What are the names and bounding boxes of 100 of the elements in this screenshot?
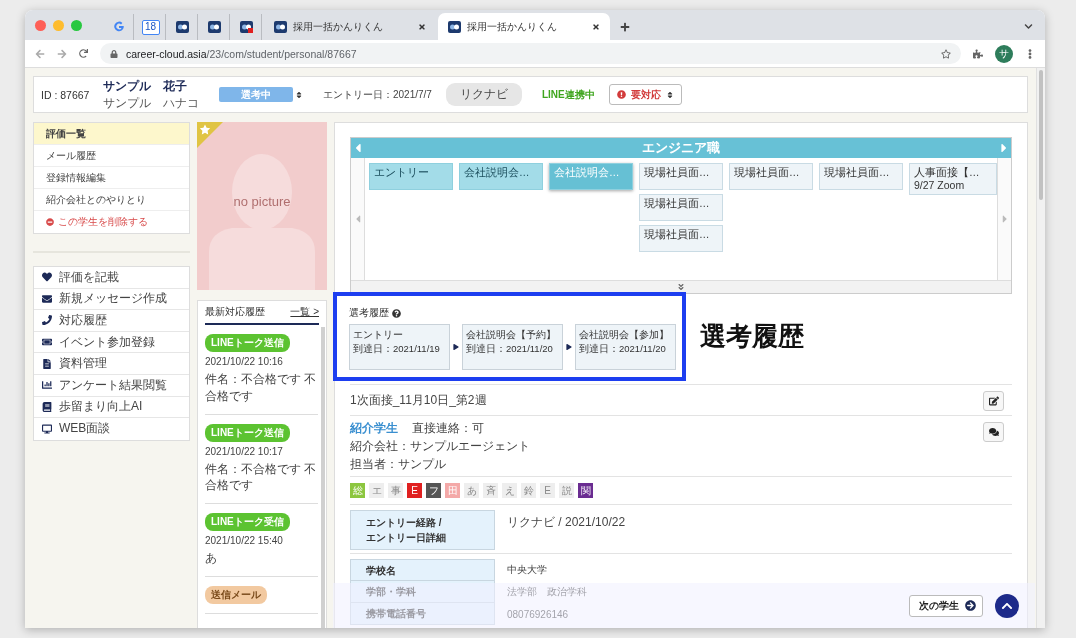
action-item[interactable]: 対応履歴: [34, 310, 189, 332]
activity-text: 件名：不合格です 不合格です: [205, 460, 318, 495]
pipeline-title: エンジニア職: [642, 139, 720, 157]
stage-card[interactable]: エントリー: [369, 163, 453, 190]
history-step: エントリー 到達日：2021/11/19: [349, 324, 450, 370]
history-step: 会社説明会【予約】 到達日：2021/11/20: [462, 324, 563, 370]
panel-title: 最新対応履歴: [205, 305, 265, 319]
app-logo-icon: [274, 20, 287, 33]
edit-button[interactable]: [983, 391, 1004, 411]
next-student-button[interactable]: 次の学生: [909, 594, 983, 617]
app-logo-icon: [208, 21, 221, 33]
no-picture-label: no picture: [232, 194, 292, 209]
app-logo-icon: [240, 21, 253, 33]
activity-text: あ: [205, 550, 218, 567]
close-icon[interactable]: [418, 22, 426, 31]
action-item[interactable]: 新規メッセージ作成: [34, 288, 189, 311]
sort-icon: [295, 90, 303, 99]
table-value: 中央大学: [506, 563, 548, 577]
menu-item[interactable]: 評価一覧: [34, 123, 189, 145]
stage-card[interactable]: 現場社員面…: [639, 163, 723, 190]
action-item[interactable]: 歩留まり向上AI: [34, 396, 189, 419]
table-value: 法学部 政治学科: [506, 585, 588, 599]
activity-tag: LINEトーク送信: [205, 334, 290, 352]
address-bar[interactable]: career-cloud.asia/23/com/student/personal/87667: [100, 43, 961, 64]
app-logo-icon: [448, 20, 461, 33]
activity-tag: 送信メール: [205, 586, 267, 604]
student-name: サンプル 花子: [103, 77, 188, 95]
ticket-icon: [42, 337, 52, 348]
sort-icon: [665, 90, 674, 99]
line-status: LINE連携中: [541, 87, 595, 102]
url-path: /23/com/student/personal/87667: [206, 47, 357, 60]
stage-card[interactable]: 現場社員面…: [639, 225, 723, 252]
table-label: 学校名: [350, 559, 495, 581]
entry-date: エントリー日：2021/7/7: [323, 87, 432, 102]
table-value: 08076926146: [506, 607, 570, 622]
student-id: ID : 87667: [41, 88, 91, 101]
reload-icon[interactable]: [79, 49, 88, 58]
profile-avatar[interactable]: サ: [995, 44, 1013, 63]
mail-icon: [42, 293, 52, 304]
browser-tab[interactable]: 採用一括かんりくん: [438, 13, 610, 40]
table-label: 学部・学科: [350, 581, 495, 603]
alert-icon: [616, 90, 626, 99]
phone-icon: [42, 315, 52, 326]
monitor-icon: [42, 423, 52, 434]
expand-icon[interactable]: [677, 283, 685, 291]
heart-icon: [42, 272, 52, 283]
calendar-icon: 18: [141, 19, 160, 35]
stage-card[interactable]: 現場社員面…: [729, 163, 813, 190]
browser-tab[interactable]: 18: [136, 14, 166, 40]
activity-time: 2021/10/22 10:17: [205, 445, 284, 457]
edit-icon: [988, 396, 999, 406]
tab-list-icon[interactable]: [1024, 22, 1033, 31]
star-badge[interactable]: [197, 122, 223, 148]
bookmark-star-icon[interactable]: [941, 48, 951, 59]
referral-link[interactable]: 紹介学生: [350, 420, 398, 437]
action-item[interactable]: アンケート結果閲覧: [34, 374, 189, 397]
activity-tag: LINEトーク送信: [205, 423, 290, 442]
lock-icon: [110, 49, 118, 58]
table-label: エントリー経路 / エントリー日詳細: [350, 510, 495, 550]
activity-time: 2021/10/22 10:16: [205, 356, 284, 367]
memo-text: 1次面接_11月10日_第2週: [350, 392, 487, 409]
annotation-label: 選考履歴: [700, 320, 804, 353]
action-item[interactable]: イベント参加登録: [34, 331, 189, 354]
delete-icon: [46, 218, 54, 226]
activity-tag: LINEトーク受信: [205, 513, 290, 532]
arrow-icon: [566, 344, 572, 350]
book-icon: [42, 401, 52, 412]
app-logo-icon: [176, 21, 189, 33]
new-tab-icon[interactable]: [620, 22, 630, 32]
activity-text: 件名：不合格です 不合格です: [205, 371, 318, 405]
chat-button[interactable]: [983, 422, 1004, 442]
chat-icon: [988, 427, 999, 437]
google-icon: [112, 21, 125, 33]
close-icon[interactable]: [592, 22, 600, 31]
arrow-icon: [453, 344, 459, 350]
action-item[interactable]: WEB面談: [34, 418, 189, 440]
view-all-link[interactable]: 一覧 >: [290, 305, 319, 319]
tag-chip[interactable]: E: [407, 483, 422, 498]
table-value: リクナビ / 2021/10/22: [506, 514, 627, 531]
table-label: 携帯電話番号: [350, 603, 495, 625]
tag-chip[interactable]: フ: [426, 483, 441, 498]
student-kana: サンプル ハナコ: [103, 94, 200, 112]
help-icon[interactable]: [392, 308, 401, 318]
stage-card[interactable]: 人事面接【… 9/27 Zoom: [909, 163, 997, 196]
section-title: 選考履歴: [349, 306, 389, 320]
bar-chart-icon: [42, 380, 52, 391]
stage-card[interactable]: 現場社員面…: [639, 194, 723, 221]
url-host: career-cloud.asia: [126, 47, 207, 60]
action-item[interactable]: 評価を記載: [34, 267, 189, 289]
action-item[interactable]: 資料管理: [34, 353, 189, 375]
contact-text: 直接連絡：可: [412, 420, 484, 437]
extensions-icon[interactable]: [973, 48, 983, 59]
arrow-right-icon: [965, 600, 976, 611]
history-step: 会社説明会【参加】 到達日：2021/11/20: [575, 324, 676, 370]
stage-card[interactable]: 会社説明会…: [459, 163, 543, 190]
agency-text: 紹介会社：サンプルエージェント: [350, 438, 530, 455]
browser-tab[interactable]: 採用一括かんりくん: [264, 13, 436, 40]
stage-card[interactable]: 現場社員面…: [819, 163, 903, 190]
action-select[interactable]: 要対応: [608, 84, 682, 105]
tag-chip[interactable]: 関: [578, 483, 593, 498]
